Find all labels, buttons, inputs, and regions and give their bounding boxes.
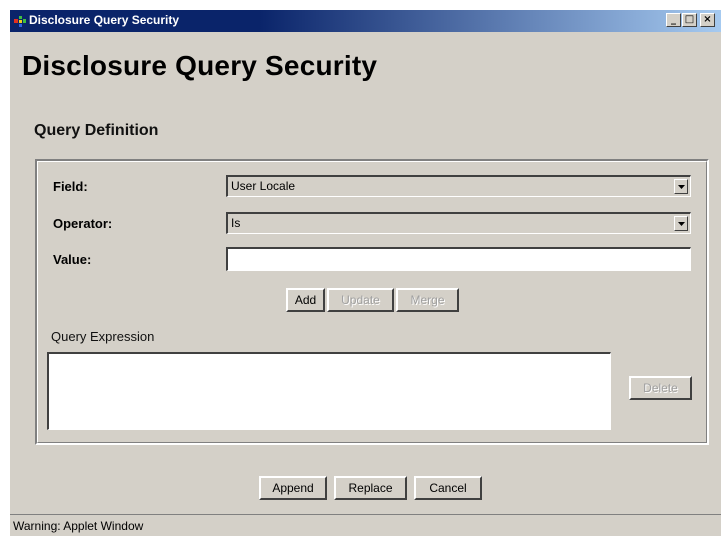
replace-button[interactable]: Replace — [334, 476, 407, 500]
query-expression-textarea[interactable] — [47, 352, 611, 430]
close-button[interactable]: × — [700, 13, 715, 27]
chevron-down-icon — [678, 222, 685, 226]
operator-dropdown-button[interactable] — [674, 216, 688, 231]
delete-button[interactable]: Delete — [629, 376, 692, 400]
maximize-button[interactable]: □ — [682, 13, 697, 27]
operator-select[interactable]: Is — [226, 212, 691, 234]
window-title: Disclosure Query Security — [29, 13, 180, 27]
append-button[interactable]: Append — [259, 476, 327, 500]
update-button[interactable]: Update — [327, 288, 394, 312]
minimize-button[interactable]: _ — [666, 13, 681, 27]
chevron-down-icon — [678, 185, 685, 189]
page-title: Disclosure Query Security — [22, 50, 378, 81]
title-bar[interactable]: Disclosure Query Security _ □ × — [10, 10, 721, 32]
value-input[interactable] — [226, 247, 691, 271]
status-text: Warning: Applet Window — [13, 519, 144, 533]
merge-button[interactable]: Merge — [396, 288, 459, 312]
field-dropdown-button[interactable] — [674, 179, 688, 194]
operator-label: Operator: — [53, 216, 113, 231]
query-expression-label: Query Expression — [51, 329, 155, 344]
cancel-button[interactable]: Cancel — [414, 476, 482, 500]
app-icon — [13, 14, 27, 28]
add-button[interactable]: Add — [286, 288, 325, 312]
status-bar: Warning: Applet Window — [10, 514, 721, 536]
applet-window: Disclosure Query Security _ □ × Disclosu… — [10, 10, 721, 536]
field-select[interactable]: User Locale — [226, 175, 691, 197]
operator-select-value: Is — [231, 216, 241, 230]
value-label: Value: — [53, 252, 92, 267]
section-title: Query Definition — [34, 122, 159, 139]
field-select-value: User Locale — [231, 179, 296, 193]
field-label: Field: — [53, 179, 88, 194]
